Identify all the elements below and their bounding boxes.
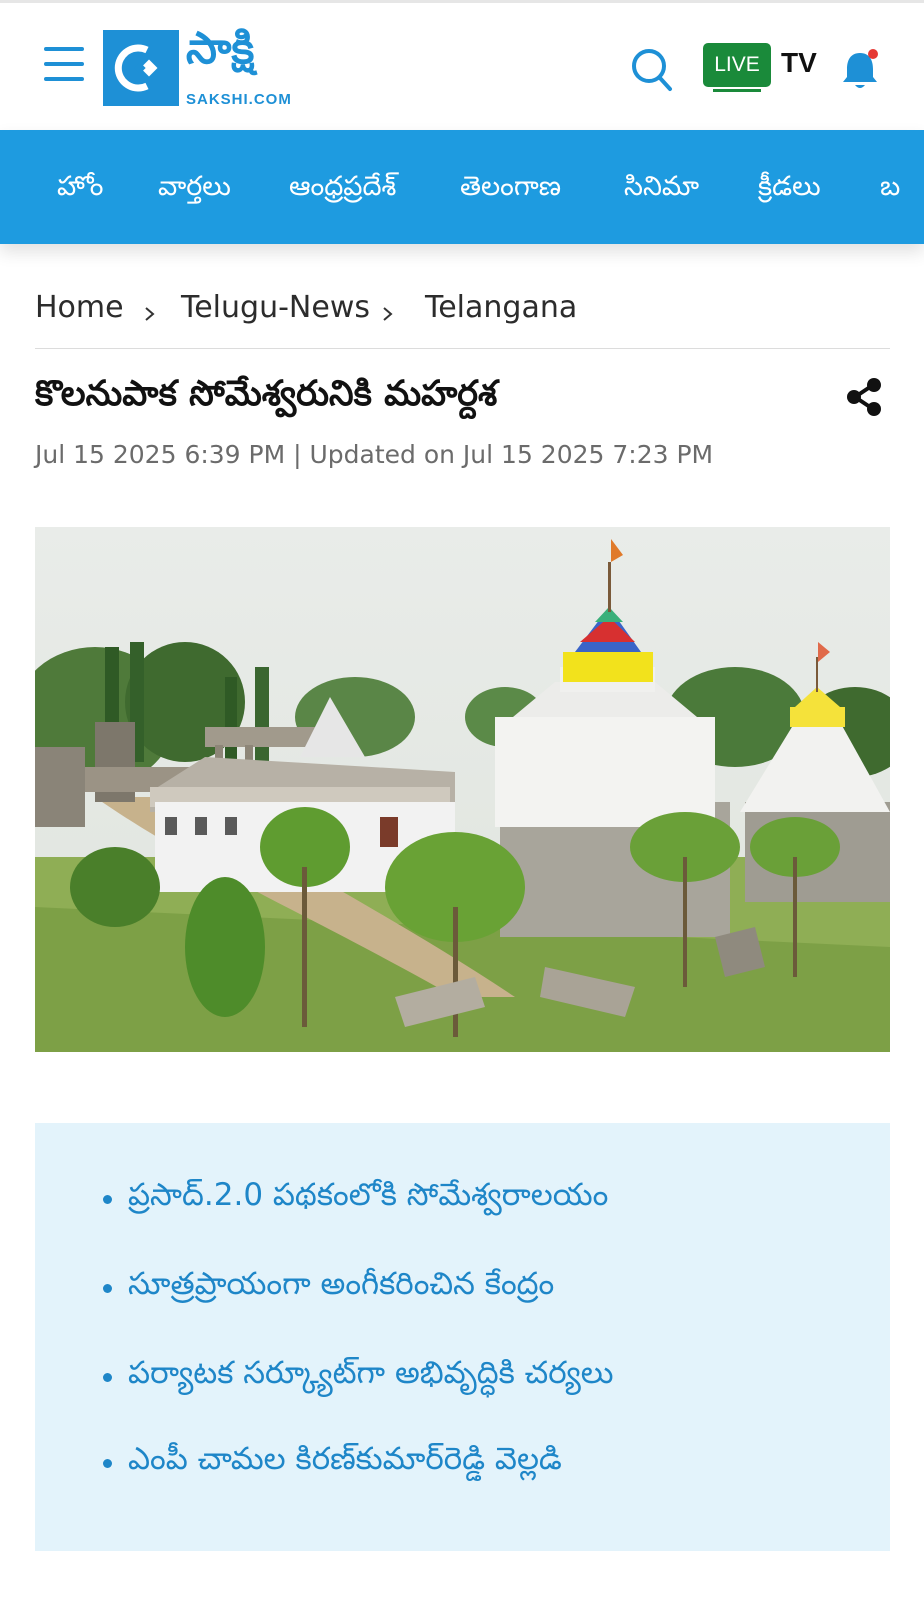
- divider: [35, 348, 890, 349]
- bullet: [103, 1195, 112, 1204]
- nav-item-andhra-pradesh[interactable]: ఆంధ్రప్రదేశ్: [289, 130, 396, 244]
- breadcrumb: Home Telugu-News Telangana: [35, 290, 890, 334]
- bullet: [103, 1373, 112, 1382]
- article-highlights: ప్రసాద్‌.2.0 పథకంలోకి సోమేశ్వరాలయం సూత్ర…: [35, 1123, 890, 1551]
- live-underline: [713, 89, 761, 92]
- top-header: సాక్షి SAKSHI.COM LIVE TV: [0, 0, 924, 130]
- search-icon[interactable]: [630, 47, 674, 93]
- bullet: [103, 1459, 112, 1468]
- nav-item-news[interactable]: వార్తలు: [158, 130, 231, 244]
- logo-wordmark[interactable]: సాక్షి: [186, 27, 254, 71]
- category-nav: హోం వార్తలు ఆంధ్రప్రదేశ్ తెలంగాణ సినిమా …: [0, 130, 924, 244]
- chevron-right-icon: [379, 302, 397, 326]
- breadcrumb-telugu-news[interactable]: Telugu-News: [181, 290, 370, 325]
- bell-icon[interactable]: [840, 47, 880, 91]
- breadcrumb-home[interactable]: Home: [35, 290, 124, 325]
- article-title: కొలనుపాక సోమేశ్వరునికి మహర్దశ: [35, 374, 498, 414]
- nav-item-sports[interactable]: క్రీడలు: [758, 130, 821, 244]
- logo-icon[interactable]: [103, 30, 179, 106]
- highlight-item: ప్రసాద్‌.2.0 పథకంలోకి సోమేశ్వరాలయం: [128, 1177, 609, 1213]
- nav-item-more[interactable]: బ: [880, 130, 900, 244]
- bullet: [103, 1284, 112, 1293]
- breadcrumb-telangana[interactable]: Telangana: [425, 290, 577, 325]
- highlight-item: ఎంపీ చామల కిరణ్‌కుమార్‌రెడ్డి వెల్లడి: [128, 1441, 562, 1477]
- tv-label[interactable]: TV: [781, 47, 817, 79]
- share-icon[interactable]: [843, 375, 887, 419]
- article-timestamp: Jul 15 2025 6:39 PM | Updated on Jul 15 …: [35, 440, 714, 469]
- nav-item-home[interactable]: హోం: [57, 130, 103, 244]
- logo-domain[interactable]: SAKSHI.COM: [186, 91, 292, 108]
- chevron-right-icon: [141, 302, 159, 326]
- nav-item-cinema[interactable]: సినిమా: [624, 130, 699, 244]
- highlight-item: సూత్రప్రాయంగా అంగీకరించిన కేంద్రం: [128, 1266, 555, 1302]
- nav-item-telangana[interactable]: తెలంగాణ: [460, 130, 561, 244]
- live-tv-button[interactable]: LIVE: [703, 43, 771, 87]
- highlight-item: పర్యాటక సర్క్యూట్‌గా అభివృద్ధికి చర్యలు: [128, 1355, 614, 1391]
- hamburger-menu-icon[interactable]: [44, 47, 84, 81]
- article-hero-image: [35, 527, 890, 1052]
